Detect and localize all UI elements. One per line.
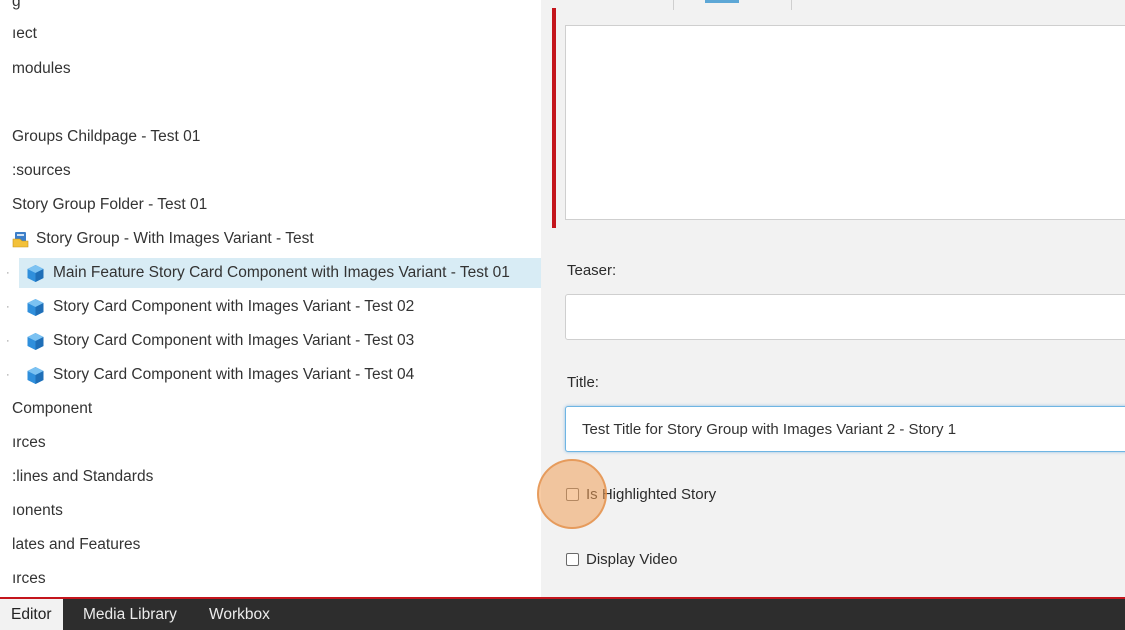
tree-item-label: :sources [12,162,71,179]
highlighted-story-checkbox-row[interactable]: Is Highlighted Story [566,486,716,503]
content-tree[interactable]: g ıect modules Groups Childpage - Test 0… [0,0,541,597]
tree-item-selected[interactable]: Main Feature Story Card Component with I… [19,258,541,288]
tree-item[interactable]: Groups Childpage - Test 01 [12,122,200,152]
cube-icon [26,298,45,317]
tree-item-label: Story Group - With Images Variant - Test [36,230,314,247]
tree-item[interactable]: Story Card Component with Images Variant… [26,292,414,322]
title-input[interactable] [565,406,1125,452]
tree-item[interactable]: Story Card Component with Images Variant… [26,326,414,356]
tree-item-label: ırces [12,570,46,587]
title-label: Title: [567,374,599,391]
tree-item[interactable]: ırces [12,428,46,458]
display-video-checkbox-row[interactable]: Display Video [566,551,677,568]
display-video-checkbox[interactable] [566,553,579,566]
toolbar-divider [673,0,674,10]
tree-expander[interactable]: · [6,268,12,279]
item-editor: Teaser: Title: Is Highlighted Story Disp… [541,0,1125,597]
tree-item-label: Story Card Component with Images Variant… [53,332,415,349]
tree-item-label: Groups Childpage - Test 01 [12,128,201,145]
teaser-input[interactable] [565,294,1125,340]
tree-item[interactable]: Story Card Component with Images Variant… [26,360,414,390]
cube-icon [26,366,45,385]
tree-item[interactable]: :lines and Standards [12,462,153,492]
tree-item-label: ıect [12,25,37,42]
tree-item-story-group[interactable]: Story Group - With Images Variant - Test [12,224,314,254]
tab-workbox[interactable]: Workbox [198,599,281,630]
tree-item[interactable]: Component [12,394,92,424]
cube-icon [26,264,45,283]
tree-item-label: Component [12,400,93,417]
tree-item[interactable]: ırces [12,564,46,594]
validation-bar [552,8,556,228]
tree-item[interactable]: ıect [12,19,37,49]
tab-media-library[interactable]: Media Library [72,599,188,630]
tree-item[interactable]: modules [12,54,71,84]
tree-item-label: lates and Features [12,536,141,553]
tree-item-label: Story Card Component with Images Variant… [53,366,415,383]
tab-editor[interactable]: Editor [0,599,63,630]
tree-item[interactable]: :sources [12,156,71,186]
tree-item-label: g [12,0,21,10]
tree-item-label: ırces [12,434,46,451]
cube-icon [26,332,45,351]
editor-toolbar [565,0,1125,10]
tree-item-label: Story Group Folder - Test 01 [12,196,208,213]
tree-item[interactable]: ıonents [12,496,63,526]
tree-item-label: :lines and Standards [12,468,154,485]
rich-text-editor[interactable] [565,25,1125,220]
tree-item[interactable]: g [12,0,21,17]
application-tabs: Editor Media Library Workbox [0,597,1125,630]
tree-item[interactable]: Story Group Folder - Test 01 [12,190,207,220]
toolbar-link[interactable] [705,0,739,3]
highlighted-story-label: Is Highlighted Story [586,486,717,503]
teaser-label: Teaser: [567,262,617,279]
highlighted-story-checkbox[interactable] [566,488,579,501]
tree-item-label: Main Feature Story Card Component with I… [53,264,510,281]
tree-item-label: ıonents [12,502,63,519]
tree-item[interactable]: lates and Features [12,530,140,560]
display-video-label: Display Video [586,551,678,568]
tree-expander[interactable]: · [6,302,12,313]
tree-expander[interactable]: · [6,336,12,347]
folder-icon [12,230,30,248]
toolbar-divider [791,0,792,10]
tree-item-label: Story Card Component with Images Variant… [53,298,415,315]
tree-expander[interactable]: · [6,370,12,381]
tree-item-label: modules [12,60,71,77]
